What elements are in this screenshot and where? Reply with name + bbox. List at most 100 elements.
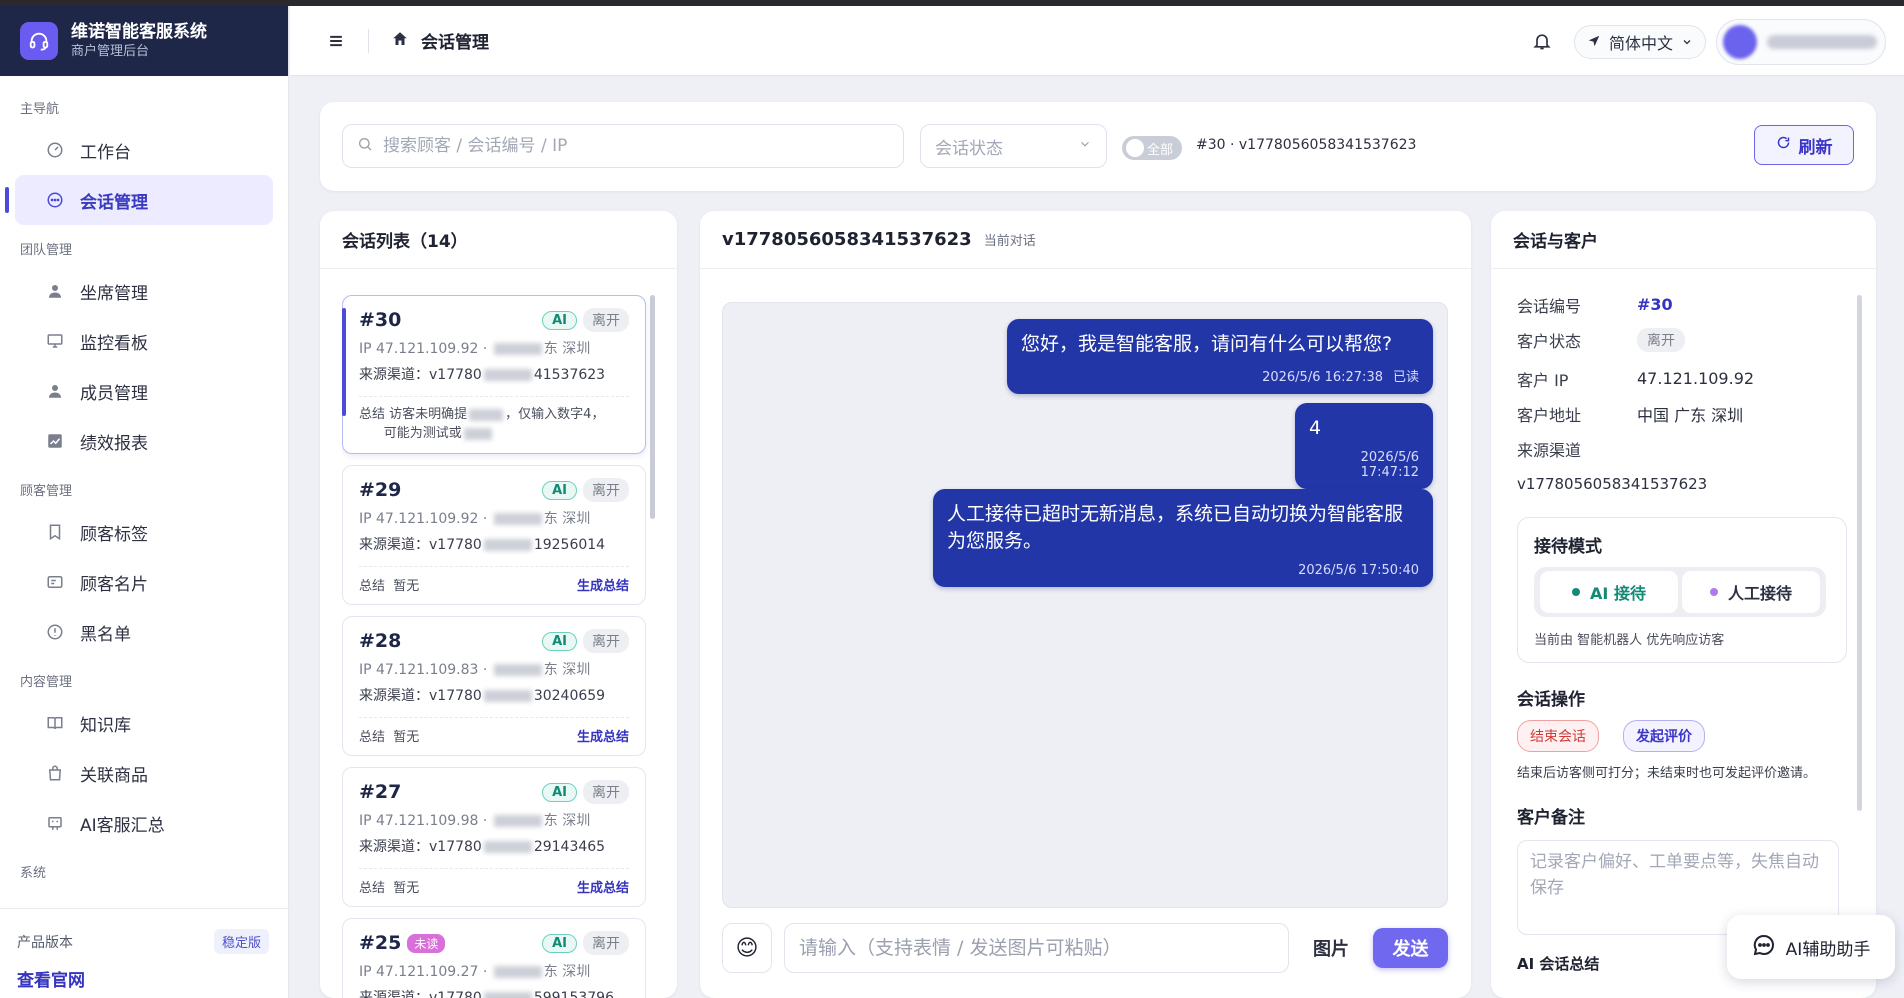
channel-text: 来源渠道：v17780 — [359, 839, 482, 855]
sidebar-item-tags[interactable]: 顾客标签 — [15, 507, 273, 557]
sidebar-item-ai-summary[interactable]: AI客服汇总 — [15, 798, 273, 848]
user-menu[interactable] — [1716, 19, 1886, 65]
menu-toggle-icon[interactable] — [326, 31, 346, 51]
status-badge: 离开 — [583, 780, 629, 804]
session-status-select[interactable]: 会话状态 — [920, 124, 1107, 168]
sidebar-item-knowledge[interactable]: 知识库 — [15, 698, 273, 748]
message-time: 2026/5/6 17:50:40 — [1298, 563, 1419, 578]
message-input[interactable] — [784, 923, 1289, 973]
session-card[interactable]: #27 AI 离开 IP 47.121.109.98 · 东 深圳 来源渠道：v1… — [342, 767, 646, 907]
book-icon — [45, 713, 65, 733]
ai-assistant-button[interactable]: AI辅助助手 — [1727, 915, 1895, 979]
ai-badge: AI — [542, 310, 577, 330]
redacted — [469, 408, 504, 421]
sidebar-item-workbench[interactable]: 工作台 — [15, 125, 273, 175]
current-session-label: #30 · v1778056058341537623 — [1196, 137, 1417, 153]
sidebar-item-agents[interactable]: 坐席管理 — [15, 266, 273, 316]
redacted — [493, 966, 542, 978]
sidebar-item-blacklist[interactable]: 黑名单 — [15, 607, 273, 657]
toggle-label: 全部 — [1147, 142, 1174, 158]
city-text: 东 深圳 — [543, 813, 591, 829]
search-input[interactable] — [383, 136, 863, 156]
session-summary: 总结 访客未明确提 ，仅输入数字4， 可能为测试或 — [359, 396, 629, 443]
reception-mode-title: 接待模式 — [1534, 537, 1602, 557]
session-card[interactable]: #29 AI 离开 IP 47.121.109.92 · 东 深圳 来源渠道：v1… — [342, 465, 646, 605]
end-session-button[interactable]: 结束会话 — [1517, 720, 1599, 752]
unread-badge: 未读 — [407, 933, 446, 953]
page-title: 会话管理 — [421, 33, 489, 53]
session-channel-line: 来源渠道：v17780 41537623 — [359, 364, 629, 384]
sidebar: 维诺智能客服系统 商户管理后台 主导航 工作台 会话管理 团队管理 坐席管理 监… — [0, 6, 289, 998]
human-mode-option[interactable]: 人工接待 — [1682, 571, 1820, 613]
ip-text: IP 47.121.109.83 · — [359, 662, 492, 678]
bot-icon — [45, 813, 65, 833]
chevron-down-icon — [1681, 33, 1693, 52]
send-button[interactable]: 发送 — [1373, 928, 1448, 968]
sidebar-item-label: 绩效报表 — [80, 433, 148, 454]
nav-group-main: 主导航 — [20, 102, 60, 117]
refresh-button[interactable]: 刷新 — [1754, 125, 1854, 165]
user-icon — [45, 381, 65, 401]
ip-text: IP 47.121.109.92 · — [359, 511, 492, 527]
generate-summary-link[interactable]: 生成总结 — [577, 726, 629, 745]
status-badge: 离开 — [583, 478, 629, 502]
redacted — [483, 369, 532, 381]
sidebar-item-reports[interactable]: 绩效报表 — [15, 416, 273, 466]
reception-mode-switch: AI 接待 人工接待 — [1534, 567, 1826, 617]
message-meta: 2026/5/6 16:27:38 已读 — [1021, 366, 1419, 385]
sidebar-item-label: 监控看板 — [80, 333, 148, 354]
sidebar-item-sessions[interactable]: 会话管理 — [5, 175, 273, 225]
generate-summary-link[interactable]: 生成总结 — [577, 575, 629, 594]
official-site-link[interactable]: 查看官网 — [17, 966, 269, 991]
session-ip-line: IP 47.121.109.92 · 东 深圳 — [359, 338, 629, 358]
brand-subtitle: 商户管理后台 — [71, 44, 150, 59]
sidebar-item-monitor[interactable]: 监控看板 — [15, 316, 273, 366]
summary-label: 总结 — [359, 407, 386, 422]
search-box[interactable] — [342, 124, 904, 168]
sidebar-item-cards[interactable]: 顾客名片 — [15, 557, 273, 607]
session-card[interactable]: #28 AI 离开 IP 47.121.109.83 · 东 深圳 来源渠道：v1… — [342, 616, 646, 756]
chat-panel: v1778056058341537623 当前对话 您好，我是智能客服，请问有什… — [700, 211, 1471, 998]
headset-logo-icon — [20, 22, 58, 60]
channel-text: 来源渠道：v17780 — [359, 537, 482, 553]
search-icon — [357, 136, 373, 156]
reception-mode-note: 当前由 智能机器人 优先响应访客 — [1534, 633, 1725, 648]
channel-suffix: 599153796 — [533, 990, 614, 998]
session-ip-line: IP 47.121.109.27 · 东 深圳 — [359, 961, 629, 981]
info-title: 会话与客户 — [1491, 211, 1876, 269]
status-dot — [1709, 588, 1718, 596]
message-bubble: 人工接待已超时无新消息，系统已自动切换为智能客服为您服务。 2026/5/6 1… — [933, 489, 1433, 587]
channel-text: 来源渠道：v17780 — [359, 688, 482, 704]
emoji-picker-icon[interactable]: 😊 — [722, 923, 772, 973]
summary-label: 总结 — [359, 881, 386, 896]
bell-icon[interactable] — [1532, 31, 1554, 53]
message-meta: 2026/5/6 17:47:12 — [1309, 450, 1419, 480]
sidebar-item-products[interactable]: 关联商品 — [15, 748, 273, 798]
summary-label: 总结 — [359, 730, 386, 745]
session-ip-line: IP 47.121.109.98 · 东 深圳 — [359, 810, 629, 830]
session-list-scrollbar[interactable] — [650, 295, 655, 519]
ai-mode-option[interactable]: AI 接待 — [1540, 571, 1678, 613]
refresh-label: 刷新 — [1798, 137, 1833, 158]
ip-text: IP 47.121.109.98 · — [359, 813, 492, 829]
summary-text: ，仅输入数字4， — [505, 407, 605, 422]
session-card[interactable]: #30 AI 离开 IP 47.121.109.92 · 东 深圳 来源渠道：v1… — [342, 295, 646, 454]
request-rating-button[interactable]: 发起评价 — [1623, 720, 1705, 752]
info-body: 会话编号 #30 客户状态 离开 客户 IP 47.121.109.92 客户地址 中国… — [1517, 269, 1847, 998]
language-label: 简体中文 — [1608, 34, 1673, 53]
language-selector[interactable]: 简体中文 — [1573, 25, 1706, 59]
session-ip-line: IP 47.121.109.92 · 东 深圳 — [359, 508, 629, 528]
info-scrollbar[interactable] — [1857, 295, 1862, 811]
bag-icon — [45, 763, 65, 783]
brand[interactable]: 维诺智能客服系统 商户管理后台 — [0, 6, 288, 76]
generate-summary-link[interactable]: 生成总结 — [577, 877, 629, 896]
home-icon[interactable] — [391, 30, 409, 52]
show-all-toggle[interactable]: 全部 — [1122, 136, 1182, 160]
session-card[interactable]: #25 未读 AI 离开 IP 47.121.109.27 · 东 深圳 来源渠道：… — [342, 918, 646, 998]
sidebar-item-members[interactable]: 成员管理 — [15, 366, 273, 416]
brand-name: 维诺智能客服系统 — [71, 22, 207, 42]
image-upload-button[interactable]: 图片 — [1313, 935, 1349, 961]
status-badge: 离开 — [583, 308, 629, 332]
message-bubble: 4 2026/5/6 17:47:12 — [1295, 403, 1433, 489]
sidebar-item-label: 顾客名片 — [80, 574, 148, 595]
